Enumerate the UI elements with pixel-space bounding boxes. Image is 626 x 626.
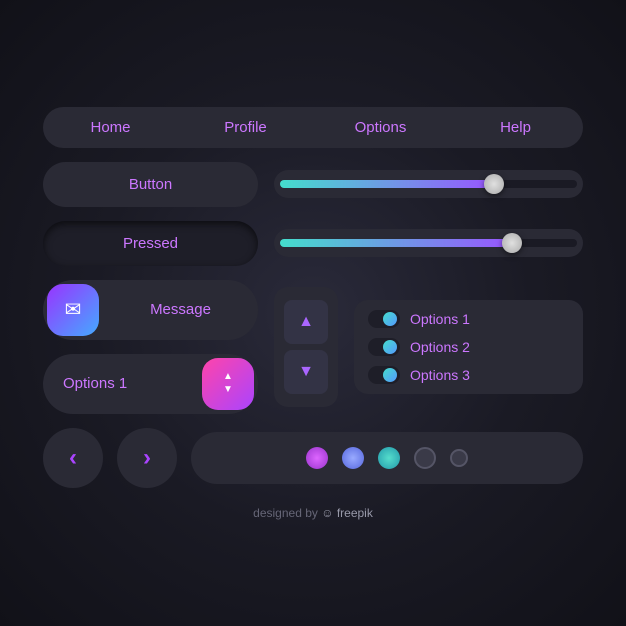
dot-1[interactable] <box>306 447 328 469</box>
options1-label: Options 1 <box>63 375 198 392</box>
prev-button[interactable]: ‹ <box>43 428 103 488</box>
slider-2[interactable] <box>274 229 583 257</box>
option-label-2: Options 2 <box>410 339 470 355</box>
left-buttons: ✉ Message Options 1 ▲ ▼ <box>43 280 258 414</box>
toggle-dot-1 <box>383 312 397 326</box>
bottom-row: ‹ › <box>43 428 583 488</box>
option-row-1[interactable]: Options 1 <box>368 310 569 328</box>
toggle-dot-2 <box>383 340 397 354</box>
dots-progress[interactable] <box>191 432 583 484</box>
footer-text: designed by <box>253 506 318 520</box>
spinner-control: ▲ ▼ <box>274 287 338 407</box>
footer: designed by ☺ freepik <box>43 506 583 520</box>
next-button[interactable]: › <box>117 428 177 488</box>
nav-profile[interactable]: Profile <box>178 107 313 148</box>
down-arrow-icon: ▼ <box>223 385 233 395</box>
dot-4[interactable] <box>414 447 436 469</box>
message-label: Message <box>103 301 258 318</box>
slider-1[interactable] <box>274 170 583 198</box>
options-list: Options 1 Options 2 Options 3 <box>354 300 583 394</box>
spinner-up-icon: ▲ <box>298 313 314 331</box>
nav-bar: Home Profile Options Help <box>43 107 583 148</box>
envelope-icon: ✉ <box>65 297 82 322</box>
options-arrow-icon: ▲ ▼ <box>202 358 254 410</box>
toggle-3[interactable] <box>368 366 400 384</box>
options1-button[interactable]: Options 1 ▲ ▼ <box>43 354 258 414</box>
dot-5[interactable] <box>450 449 468 467</box>
message-icon: ✉ <box>47 284 99 336</box>
spinner-up-button[interactable]: ▲ <box>284 300 328 344</box>
prev-icon: ‹ <box>69 444 77 472</box>
dot-3[interactable] <box>378 447 400 469</box>
nav-help[interactable]: Help <box>448 107 583 148</box>
spinner-down-button[interactable]: ▼ <box>284 350 328 394</box>
nav-home[interactable]: Home <box>43 107 178 148</box>
message-button[interactable]: ✉ Message <box>43 280 258 340</box>
message-row: ✉ Message Options 1 ▲ ▼ ▲ ▼ <box>43 280 583 414</box>
dot-2[interactable] <box>342 447 364 469</box>
option-label-1: Options 1 <box>410 311 470 327</box>
button-default[interactable]: Button <box>43 162 258 207</box>
pressed-row: Pressed <box>43 221 583 266</box>
toggle-2[interactable] <box>368 338 400 356</box>
option-row-3[interactable]: Options 3 <box>368 366 569 384</box>
toggle-dot-3 <box>383 368 397 382</box>
option-row-2[interactable]: Options 2 <box>368 338 569 356</box>
next-icon: › <box>143 444 151 472</box>
nav-options[interactable]: Options <box>313 107 448 148</box>
button-pressed[interactable]: Pressed <box>43 221 258 266</box>
button-row: Button <box>43 162 583 207</box>
footer-brand: ☺ freepik <box>321 506 373 520</box>
option-label-3: Options 3 <box>410 367 470 383</box>
toggle-1[interactable] <box>368 310 400 328</box>
up-arrow-icon: ▲ <box>223 372 233 382</box>
spinner-down-icon: ▼ <box>298 363 314 381</box>
